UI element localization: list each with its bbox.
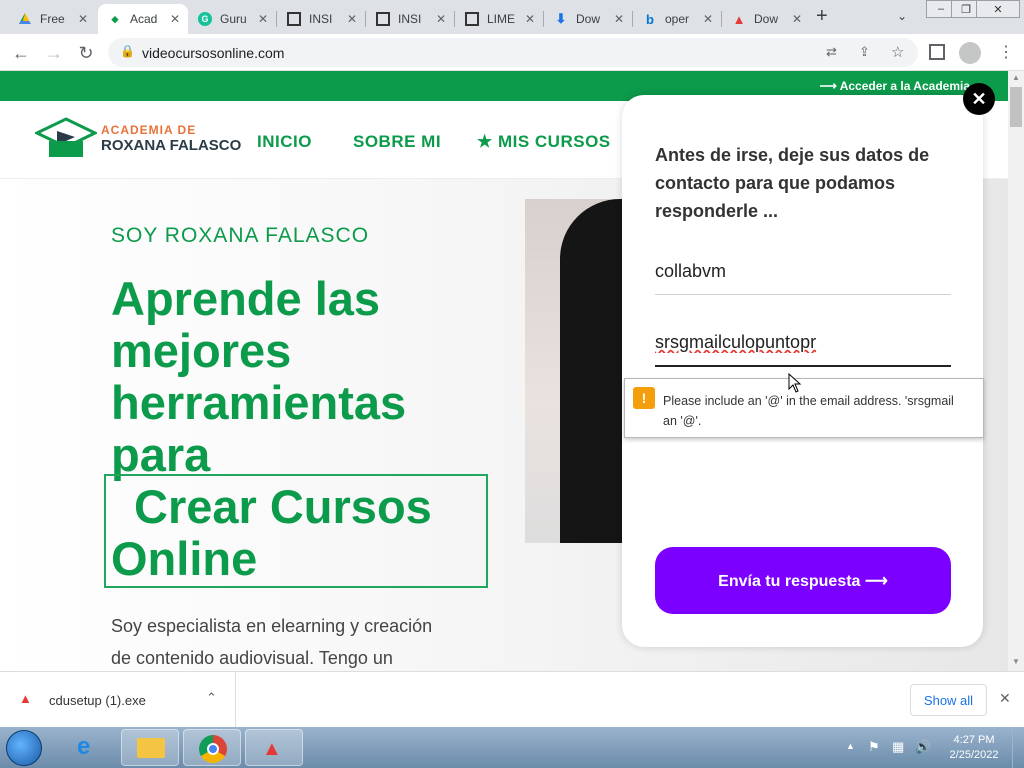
- google-drive-icon: [18, 12, 32, 26]
- close-tab-icon[interactable]: ✕: [703, 12, 713, 26]
- headline-line: Aprende las: [111, 272, 381, 325]
- hero-kicker: SOY ROXANA FALASCO: [111, 224, 370, 247]
- close-window-button[interactable]: ✕: [976, 0, 1020, 18]
- forward-button[interactable]: →: [43, 42, 65, 64]
- mouse-cursor-icon: [788, 373, 802, 393]
- submit-button[interactable]: Envía tu respuesta ⟶: [655, 547, 951, 614]
- browser-toolbar: ← → ↻ 🔒 videocursosonline.com ⇄ ⇪ ☆ ⋮: [0, 34, 1024, 71]
- name-field[interactable]: [655, 261, 951, 282]
- email-field[interactable]: [655, 332, 951, 353]
- qr-icon: [376, 12, 390, 26]
- tab-oper[interactable]: b oper ✕: [633, 4, 721, 34]
- anydesk-file-icon: ▲: [19, 691, 32, 706]
- translate-icon[interactable]: ⇄: [826, 44, 837, 60]
- contact-popup: Antes de irse, deje sus datos de contact…: [622, 95, 983, 647]
- anydesk-setup-icon[interactable]: ▲: [245, 729, 303, 766]
- close-tab-icon[interactable]: ✕: [258, 12, 268, 26]
- close-tab-icon[interactable]: ✕: [525, 12, 535, 26]
- page-scrollbar[interactable]: ▲ ▼: [1008, 71, 1024, 671]
- qr-icon: [287, 12, 301, 26]
- show-all-button[interactable]: Show all: [910, 684, 987, 716]
- show-hidden-icons[interactable]: ▲: [846, 741, 855, 751]
- download-shelf: ▲ cdusetup (1).exe ⌃ Show all ✕: [0, 671, 1024, 728]
- profile-avatar-icon[interactable]: [959, 42, 981, 64]
- chrome-icon[interactable]: [183, 729, 241, 766]
- close-tab-icon[interactable]: ✕: [347, 12, 357, 26]
- chevron-up-icon[interactable]: ⌃: [206, 690, 217, 706]
- hero-description-line: Soy especialista en elearning y creación: [111, 616, 433, 636]
- action-center-icon[interactable]: ⚑: [868, 739, 880, 755]
- bookmark-star-icon[interactable]: ☆: [891, 43, 904, 61]
- close-tab-icon[interactable]: ✕: [170, 12, 180, 26]
- tab-search-chevron-icon[interactable]: ⌄: [897, 9, 907, 23]
- file-explorer-icon[interactable]: [121, 729, 179, 766]
- side-panel-icon[interactable]: [929, 44, 945, 60]
- lock-icon: 🔒: [120, 44, 135, 58]
- qr-icon: [465, 12, 479, 26]
- download-icon: ⬇: [555, 11, 567, 26]
- tab-academia[interactable]: ◆ Acad ✕: [98, 4, 188, 34]
- close-shelf-icon[interactable]: ✕: [999, 690, 1011, 707]
- address-bar[interactable]: 🔒 videocursosonline.com ⇄ ⇪ ☆: [108, 38, 918, 67]
- headline-highlight-box: [104, 474, 488, 588]
- new-tab-button[interactable]: +: [816, 5, 828, 28]
- close-tab-icon[interactable]: ✕: [614, 12, 624, 26]
- windows-taskbar: e ▲ ▲ ⚑ ▦ 🔊 4:27 PM 2/25/2022: [0, 727, 1024, 768]
- volume-icon[interactable]: 🔊: [915, 739, 931, 755]
- tab-insi-2[interactable]: INSI ✕: [366, 4, 454, 34]
- tab-free[interactable]: Free ✕: [8, 4, 96, 34]
- logo-text-name: ROXANA FALASCO: [101, 137, 242, 154]
- show-desktop-button[interactable]: [1012, 727, 1024, 768]
- academy-access-link[interactable]: ⟶ Acceder a la Academia: [820, 79, 970, 93]
- graduation-cap-logo-icon: [35, 117, 97, 157]
- start-button[interactable]: [6, 730, 42, 766]
- close-tab-icon[interactable]: ✕: [78, 12, 88, 26]
- download-item[interactable]: ▲ cdusetup (1).exe ⌃: [0, 672, 236, 728]
- logo-text-academia: ACADEMIA DE: [101, 123, 197, 137]
- tab-lime[interactable]: LIME ✕: [455, 4, 543, 34]
- nav-inicio[interactable]: INICIO: [257, 132, 312, 152]
- system-clock[interactable]: 4:27 PM 2/25/2022: [946, 733, 1002, 763]
- tab-download-1[interactable]: ⬇ Dow ✕: [544, 4, 632, 34]
- nav-mis-cursos[interactable]: ★ MIS CURSOS: [477, 132, 611, 152]
- validation-message: Please include an '@' in the email addre…: [663, 394, 954, 428]
- popup-message: Antes de irse, deje sus datos de contact…: [655, 145, 930, 221]
- share-icon[interactable]: ⇪: [859, 44, 870, 60]
- anydesk-icon: ▲: [732, 11, 746, 27]
- hero-photo-hair: [560, 199, 625, 543]
- headline-line: mejores: [111, 324, 292, 377]
- scrollbar-thumb[interactable]: [1010, 87, 1022, 127]
- email-validation-tooltip: ! Please include an '@' in the email add…: [624, 378, 984, 438]
- internet-explorer-icon[interactable]: e: [61, 729, 119, 766]
- name-field-underline: [655, 294, 951, 295]
- close-tab-icon[interactable]: ✕: [792, 12, 802, 26]
- clock-date: 2/25/2022: [949, 749, 999, 761]
- hero-description-line: de contenido audiovisual. Tengo un: [111, 648, 393, 668]
- tab-download-2[interactable]: ▲ Dow ✕: [722, 4, 810, 34]
- academia-icon: ◆: [111, 13, 119, 24]
- download-filename: cdusetup (1).exe: [49, 693, 146, 708]
- clock-time: 4:27 PM: [953, 734, 995, 746]
- bing-icon: b: [646, 11, 654, 27]
- email-field-underline: [655, 365, 951, 367]
- close-tab-icon[interactable]: ✕: [436, 12, 446, 26]
- menu-kebab-icon[interactable]: ⋮: [998, 42, 1014, 62]
- scroll-down-icon[interactable]: ▼: [1012, 657, 1020, 666]
- close-popup-button[interactable]: ✕: [963, 83, 995, 115]
- scroll-up-icon[interactable]: ▲: [1012, 73, 1020, 82]
- warning-icon: !: [633, 387, 655, 409]
- nav-sobre-mi[interactable]: SOBRE MI: [353, 132, 441, 152]
- tab-guru[interactable]: G Guru ✕: [188, 4, 276, 34]
- network-icon[interactable]: ▦: [892, 739, 904, 755]
- reload-button[interactable]: ↻: [75, 42, 97, 64]
- grammarly-icon: G: [198, 12, 212, 26]
- tab-insi-1[interactable]: INSI ✕: [277, 4, 365, 34]
- back-button[interactable]: ←: [10, 42, 32, 64]
- browser-tab-strip: Free ✕ ◆ Acad ✕ G Guru ✕ INSI ✕ INSI ✕ L…: [0, 0, 1024, 34]
- url-text: videocursosonline.com: [142, 45, 285, 61]
- headline-line: herramientas: [111, 376, 407, 429]
